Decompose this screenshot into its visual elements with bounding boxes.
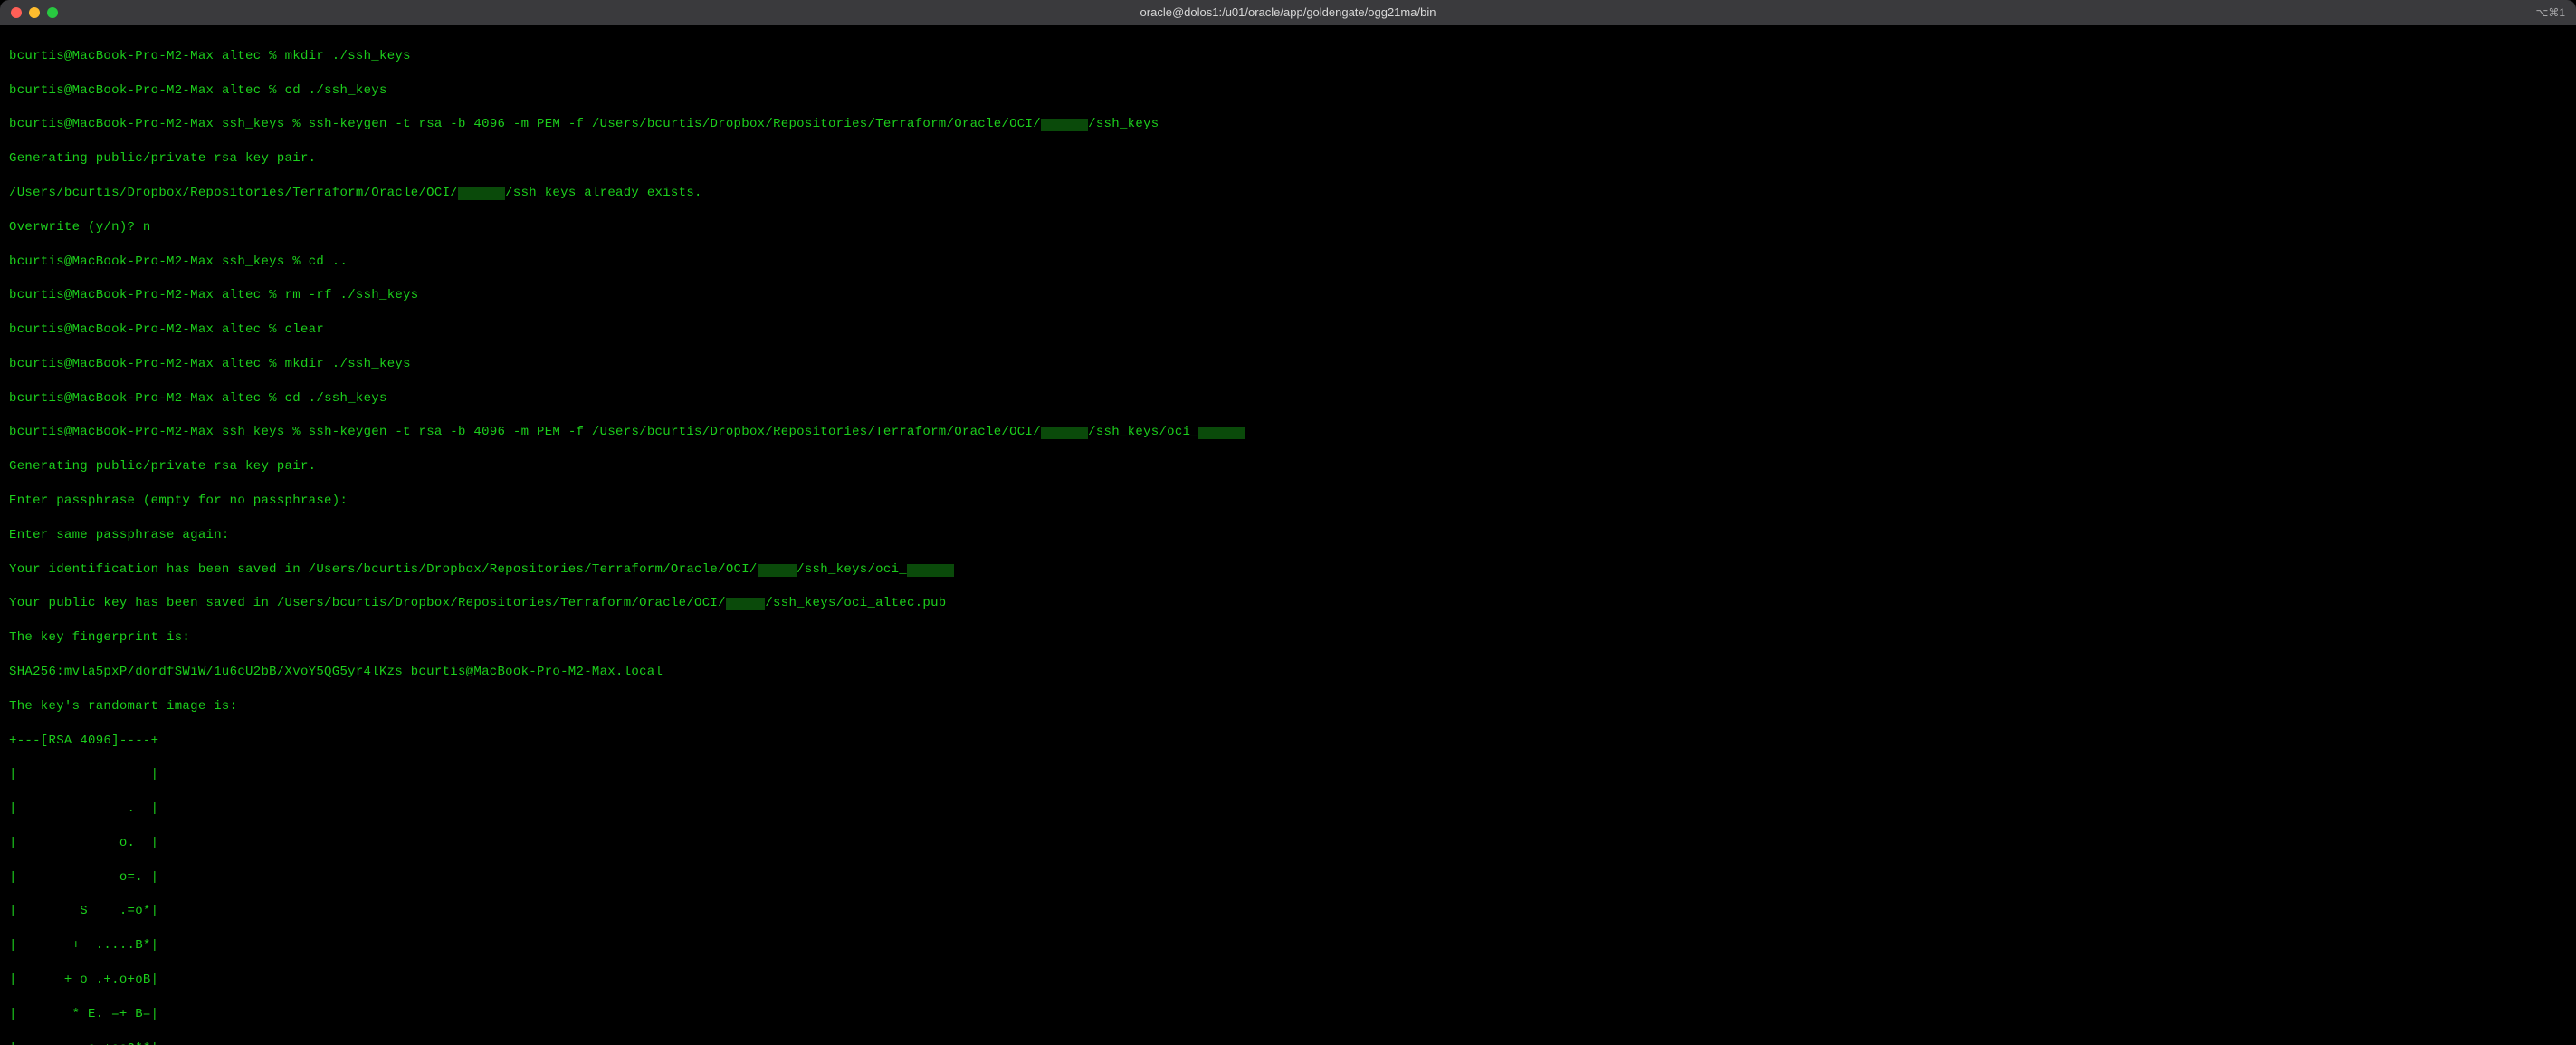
redacted-text xyxy=(1041,119,1088,131)
prompt-line: bcurtis@MacBook-Pro-M2-Max ssh_keys % ss… xyxy=(9,424,2567,441)
randomart-line: | | xyxy=(9,766,2567,783)
redacted-text xyxy=(1041,427,1088,439)
redacted-text xyxy=(726,598,766,610)
prompt-line: bcurtis@MacBook-Pro-M2-Max ssh_keys % cd… xyxy=(9,254,2567,271)
terminal-window: oracle@dolos1:/u01/oracle/app/goldengate… xyxy=(0,0,2576,1045)
redacted-text xyxy=(458,187,505,200)
output-line: Your public key has been saved in /Users… xyxy=(9,595,2567,612)
prompt-line: bcurtis@MacBook-Pro-M2-Max altec % cd ./… xyxy=(9,82,2567,100)
redacted-text xyxy=(1198,427,1245,439)
randomart-line: | + o .+.o+oB| xyxy=(9,972,2567,989)
output-line: SHA256:mvla5pxP/dordfSWiW/1u6cU2bB/XvoY5… xyxy=(9,664,2567,681)
output-line: Your identification has been saved in /U… xyxy=(9,561,2567,579)
output-line: The key fingerprint is: xyxy=(9,629,2567,647)
titlebar[interactable]: oracle@dolos1:/u01/oracle/app/goldengate… xyxy=(0,0,2576,25)
terminal-output[interactable]: bcurtis@MacBook-Pro-M2-Max altec % mkdir… xyxy=(0,25,2576,1045)
output-line: Enter passphrase (empty for no passphras… xyxy=(9,493,2567,510)
prompt-line: bcurtis@MacBook-Pro-M2-Max altec % cd ./… xyxy=(9,390,2567,407)
traffic-lights xyxy=(11,7,58,18)
randomart-line: | o=. | xyxy=(9,869,2567,887)
output-line: Generating public/private rsa key pair. xyxy=(9,458,2567,475)
window-shortcut: ⌥⌘1 xyxy=(2535,5,2565,20)
output-line: /Users/bcurtis/Dropbox/Repositories/Terr… xyxy=(9,185,2567,202)
redacted-text xyxy=(758,564,797,577)
window-title: oracle@dolos1:/u01/oracle/app/goldengate… xyxy=(1140,5,1436,21)
randomart-line: | . | xyxy=(9,801,2567,818)
fullscreen-icon[interactable] xyxy=(47,7,58,18)
output-line: Generating public/private rsa key pair. xyxy=(9,150,2567,168)
redacted-text xyxy=(907,564,954,577)
randomart-line: | * E. =+ B=| xyxy=(9,1006,2567,1023)
prompt-line: bcurtis@MacBook-Pro-M2-Max altec % rm -r… xyxy=(9,287,2567,304)
randomart-line: +---[RSA 4096]----+ xyxy=(9,733,2567,750)
randomart-line: | S .=o*| xyxy=(9,903,2567,920)
randomart-line: | + .....B*| xyxy=(9,937,2567,954)
output-line: Overwrite (y/n)? n xyxy=(9,219,2567,236)
output-line: The key's randomart image is: xyxy=(9,698,2567,715)
minimize-icon[interactable] xyxy=(29,7,40,18)
randomart-line: | o. | xyxy=(9,835,2567,852)
prompt-line: bcurtis@MacBook-Pro-M2-Max altec % mkdir… xyxy=(9,48,2567,65)
close-icon[interactable] xyxy=(11,7,22,18)
prompt-line: bcurtis@MacBook-Pro-M2-Max altec % clear xyxy=(9,321,2567,339)
prompt-line: bcurtis@MacBook-Pro-M2-Max altec % mkdir… xyxy=(9,356,2567,373)
randomart-line: | ..=o=+ooO**| xyxy=(9,1040,2567,1045)
prompt-line: bcurtis@MacBook-Pro-M2-Max ssh_keys % ss… xyxy=(9,116,2567,133)
output-line: Enter same passphrase again: xyxy=(9,527,2567,544)
